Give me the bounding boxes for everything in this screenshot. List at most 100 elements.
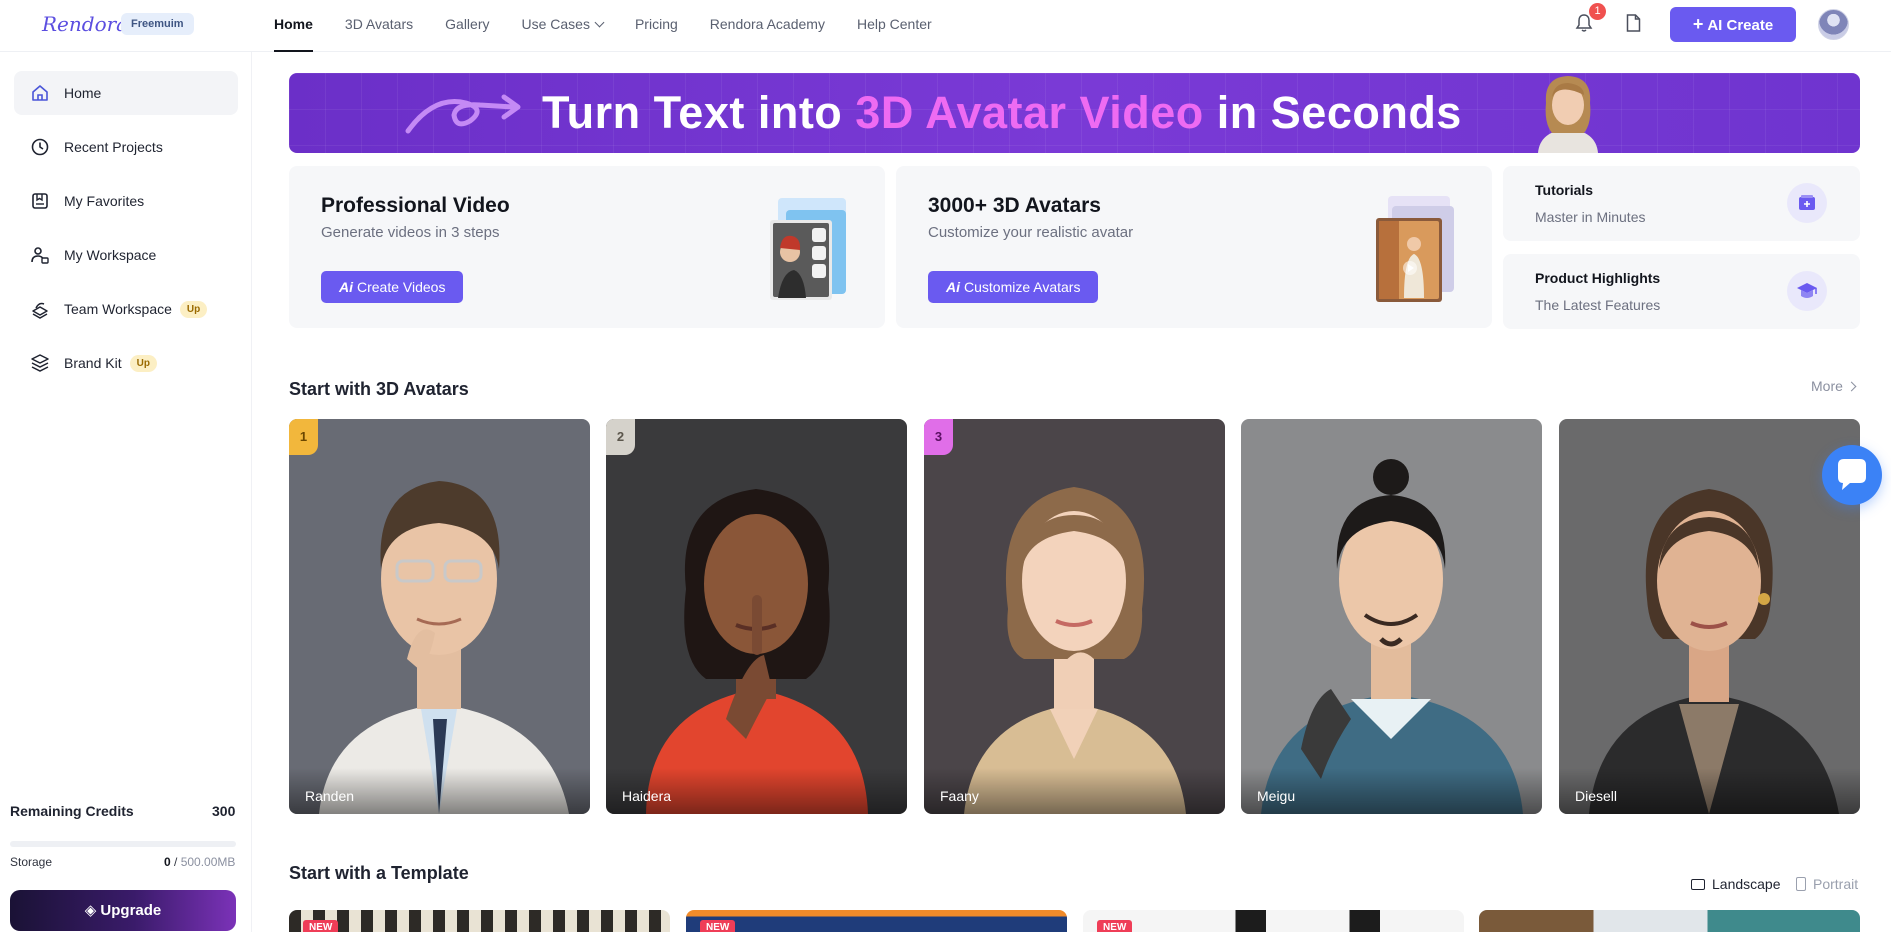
banner-headline: Turn Text into 3D Avatar Video in Second… [542,87,1462,139]
user-avatar[interactable] [1818,9,1849,40]
card-subtitle: Customize your realistic avatar [928,224,1134,241]
document-icon[interactable] [1626,14,1641,32]
sidebar-item-brand-kit[interactable]: Brand Kit Up [14,341,238,385]
tutorials-card[interactable]: Tutorials Master in Minutes [1503,166,1860,241]
storage-used: 0 [164,855,171,869]
template-card[interactable]: NEW [686,910,1067,932]
create-videos-label: Create Videos [357,279,446,295]
banner-avatar-image [1538,76,1598,153]
ai-icon: Ai [946,279,960,295]
remaining-credits-value: 300 [212,803,236,819]
nav-help-center[interactable]: Help Center [857,0,932,52]
avatars-section-title: Start with 3D Avatars [289,379,469,399]
storage-label: Storage [10,855,53,869]
new-badge: NEW [1097,920,1133,932]
nav-3d-avatars[interactable]: 3D Avatars [345,0,413,52]
team-icon [32,302,48,319]
tutorials-icon [1787,183,1827,223]
customize-avatars-label: Customize Avatars [964,279,1081,295]
card-subtitle: Generate videos in 3 steps [321,224,500,241]
sidebar-item-label: My Workspace [64,247,157,263]
clock-icon [31,138,49,156]
avatar-name: Diesell [1559,768,1860,814]
sidebar-item-home[interactable]: Home [14,71,238,115]
nav-pricing[interactable]: Pricing [635,0,678,52]
sidebar-item-label: Brand Kit [64,355,122,371]
banner-text-after: in Seconds [1203,87,1462,138]
professional-video-card[interactable]: Professional Video Generate videos in 3 … [289,166,885,328]
plus-icon: + [1692,14,1704,34]
layers-icon [31,354,49,372]
avatar-card-diesell[interactable]: Diesell [1559,419,1860,814]
sidebar-item-my-workspace[interactable]: My Workspace [14,233,238,277]
avatar-card-randen[interactable]: 1 Randen [289,419,590,814]
top-navigation-bar: Rendora Freemuim Home 3D Avatars Gallery… [0,0,1891,52]
rank-badge: 2 [606,419,635,455]
sidebar-item-recent-projects[interactable]: Recent Projects [14,125,238,169]
ai-create-label: AI Create [1707,17,1774,34]
plan-badge: Freemuim [121,13,194,35]
sidebar: Home Recent Projects My Favorites My Wor… [0,52,252,932]
chat-support-button[interactable] [1822,445,1882,505]
chat-icon [1838,459,1866,490]
landscape-label: Landscape [1712,876,1781,892]
create-videos-button[interactable]: Ai Create Videos [321,271,464,303]
avatar-illustration [1376,196,1454,302]
avatar-card-haidera[interactable]: 2 Haidera [606,419,907,814]
chevron-right-icon [1846,381,1857,392]
upgrade-button[interactable]: ◈ Upgrade [10,890,236,931]
avatar-portrait-image [606,419,907,814]
storage-total: 500.00MB [180,855,236,869]
product-highlights-card[interactable]: Product Highlights The Latest Features [1503,254,1860,329]
nav-use-cases[interactable]: Use Cases [521,0,605,52]
sidebar-item-team-workspace[interactable]: Team Workspace Up [14,287,238,331]
storage-separator: / [170,855,181,869]
landscape-toggle[interactable]: Landscape [1691,876,1781,892]
3d-avatars-card[interactable]: 3000+ 3D Avatars Customize your realisti… [896,166,1492,328]
hero-banner[interactable]: Turn Text into 3D Avatar Video in Second… [289,73,1860,153]
template-card[interactable]: NEW [1083,910,1464,932]
customize-avatars-button[interactable]: Ai Customize Avatars [928,271,1099,303]
card-title: 3000+ 3D Avatars [928,194,1101,217]
sidebar-item-label: Home [64,85,102,101]
chevron-down-icon [594,17,605,28]
more-avatars-link[interactable]: More [1811,378,1857,394]
template-card[interactable]: NEW [289,910,670,932]
new-badge: NEW [700,920,736,932]
templates-section-title: Start with a Template [289,863,469,883]
avatar-card-faany[interactable]: 3 Faany [924,419,1225,814]
upgrade-badge: Up [129,354,157,372]
template-card[interactable] [1479,910,1860,932]
remaining-credits-label: Remaining Credits [10,803,134,819]
nav-home[interactable]: Home [274,0,313,52]
avatar-name: Meigu [1241,768,1542,814]
diamond-icon: ◈ [84,902,101,919]
avatar-portrait-image [289,419,590,814]
nav-gallery[interactable]: Gallery [445,0,489,52]
video-illustration [770,198,846,300]
portrait-label: Portrait [1813,876,1859,892]
portrait-icon [1796,877,1806,891]
main-nav: Home 3D Avatars Gallery Use Cases Pricin… [274,0,964,52]
rank-badge: 1 [289,419,318,455]
mini-card-title: Tutorials [1535,182,1594,198]
workspace-icon [31,247,49,264]
avatar-portrait-image [1559,419,1860,814]
mini-card-subtitle: The Latest Features [1535,297,1661,313]
sidebar-item-my-favorites[interactable]: My Favorites [14,179,238,223]
nav-rendora-academy[interactable]: Rendora Academy [710,0,825,52]
favorites-icon [32,193,48,209]
banner-text-before: Turn Text into [542,87,856,138]
nav-use-cases-label: Use Cases [521,16,590,32]
app-logo[interactable]: Rendora [42,12,128,36]
card-title: Professional Video [321,194,510,217]
upgrade-label: Upgrade [100,902,162,919]
mini-card-subtitle: Master in Minutes [1535,209,1646,225]
portrait-toggle[interactable]: Portrait [1796,876,1858,892]
avatar-portrait-image [924,419,1225,814]
home-icon [32,85,48,101]
sidebar-item-label: Team Workspace [64,301,172,317]
avatar-card-meigu[interactable]: Meigu [1241,419,1542,814]
storage-value: 0 / 500.00MB [164,855,235,869]
ai-create-button[interactable]: + AI Create [1670,7,1796,42]
